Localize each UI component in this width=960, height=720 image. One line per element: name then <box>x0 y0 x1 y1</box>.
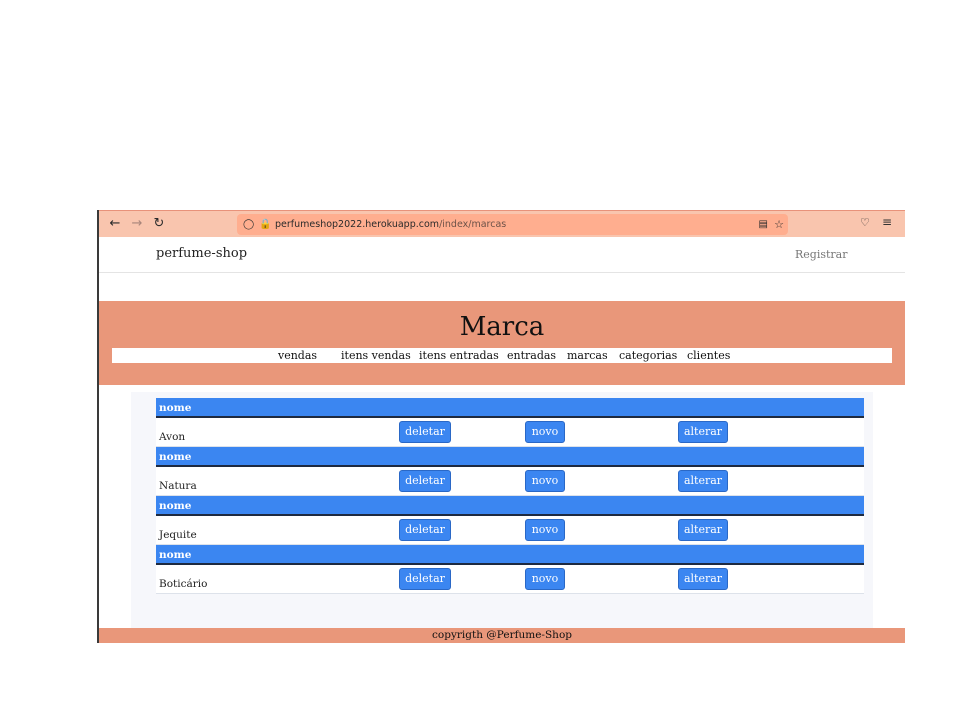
url-text[interactable]: perfumeshop2022.herokuapp.com/index/marc… <box>275 214 506 235</box>
section-menu: vendas itens vendas itens entradas entra… <box>112 348 892 363</box>
delete-button[interactable]: deletar <box>399 568 451 590</box>
delete-button[interactable]: deletar <box>399 470 451 492</box>
brand-name: Natura <box>159 480 197 492</box>
table-header: nome <box>156 545 864 565</box>
url-host: perfumeshop2022.herokuapp.com <box>275 219 440 230</box>
bookmark-star-icon[interactable]: ☆ <box>774 214 784 235</box>
reader-view-icon[interactable]: ▤ <box>759 214 768 235</box>
brand-name: Avon <box>159 431 186 443</box>
edit-button[interactable]: alterar <box>678 421 728 443</box>
url-path: /index/marcas <box>439 219 507 230</box>
table-header: nome <box>156 398 864 418</box>
edit-button[interactable]: alterar <box>678 470 728 492</box>
new-button[interactable]: novo <box>525 519 565 541</box>
site-brand[interactable]: perfume-shop <box>156 246 247 261</box>
table-row: Jequite deletar novo alterar <box>156 516 864 545</box>
page-title: Marca <box>459 312 545 342</box>
brand-name: Boticário <box>159 578 208 590</box>
brand-name: Jequite <box>159 529 197 541</box>
delete-button[interactable]: deletar <box>399 519 451 541</box>
register-link[interactable]: Registrar <box>795 248 848 261</box>
site-navbar: perfume-shop Registrar <box>99 237 905 273</box>
table-row: Avon deletar novo alterar <box>156 418 864 447</box>
new-button[interactable]: novo <box>525 568 565 590</box>
browser-window: ← → ↻ ◯ 🔒 perfumeshop2022.herokuapp.com/… <box>97 210 905 643</box>
pocket-icon[interactable]: ♡ <box>860 216 870 229</box>
table-header: nome <box>156 496 864 516</box>
new-button[interactable]: novo <box>525 421 565 443</box>
url-bar[interactable]: ◯ 🔒 perfumeshop2022.herokuapp.com/index/… <box>237 214 788 235</box>
table-row: Natura deletar novo alterar <box>156 467 864 496</box>
menu-link-itens-vendas[interactable]: itens vendas <box>341 348 411 363</box>
page-header: Marca vendas itens vendas itens entradas… <box>99 301 905 385</box>
lock-icon[interactable]: 🔒 <box>259 214 271 235</box>
menu-link-clientes[interactable]: clientes <box>687 348 730 363</box>
back-icon[interactable]: ← <box>107 216 123 232</box>
menu-link-categorias[interactable]: categorias <box>619 348 677 363</box>
browser-toolbar: ← → ↻ ◯ 🔒 perfumeshop2022.herokuapp.com/… <box>99 210 905 238</box>
menu-link-marcas[interactable]: marcas <box>567 348 608 363</box>
shield-icon[interactable]: ◯ <box>243 214 254 235</box>
forward-icon[interactable]: → <box>129 216 145 232</box>
edit-button[interactable]: alterar <box>678 519 728 541</box>
edit-button[interactable]: alterar <box>678 568 728 590</box>
menu-link-entradas[interactable]: entradas <box>507 348 556 363</box>
table-row: Boticário deletar novo alterar <box>156 565 864 594</box>
content-panel: nome Avon deletar novo alterar nome Natu… <box>131 392 873 628</box>
new-button[interactable]: novo <box>525 470 565 492</box>
hamburger-menu-icon[interactable]: ≡ <box>882 215 892 229</box>
menu-link-vendas[interactable]: vendas <box>278 348 317 363</box>
brands-table: nome Avon deletar novo alterar nome Natu… <box>156 398 864 594</box>
reload-icon[interactable]: ↻ <box>151 216 167 232</box>
delete-button[interactable]: deletar <box>399 421 451 443</box>
menu-link-itens-entradas[interactable]: itens entradas <box>419 348 499 363</box>
table-header: nome <box>156 447 864 467</box>
page-footer: copyrigth @Perfume-Shop <box>99 628 905 643</box>
